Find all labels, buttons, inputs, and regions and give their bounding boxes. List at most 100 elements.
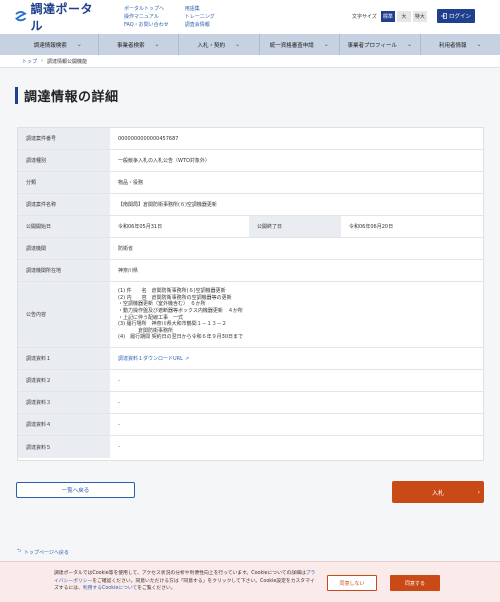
back-to-top-label: トップページへ戻る <box>24 549 69 556</box>
detail-table: 調達案件番号 0000000000000457687 調達種別 一般競争入札の入… <box>17 127 484 461</box>
chevron-right-icon: › <box>41 58 44 64</box>
chevron-down-icon: ⌄ <box>154 41 160 48</box>
manual-link[interactable]: 操作マニュアル <box>124 14 169 21</box>
portal-top-link[interactable]: ポータルトップへ <box>124 6 169 13</box>
page-title: 調達情報の詳細 <box>24 90 119 105</box>
login-icon <box>440 13 447 19</box>
chevron-down-icon: ⌄ <box>476 41 482 48</box>
start-label: 公開開始日 <box>18 216 110 237</box>
login-label: ログイン <box>448 14 471 20</box>
external-link-icon: ↗ <box>184 355 190 362</box>
faq-link[interactable]: FAQ・お問い合わせ <box>124 22 169 29</box>
breadcrumb-home[interactable]: トップ <box>22 58 37 65</box>
back-to-top-link[interactable]: ⮌ トップページへ戻る <box>17 548 69 556</box>
case-number-label: 調達案件番号 <box>18 128 110 149</box>
row-name: 調達案件名称 【南関局】倉関防衛事務所(６)空調機器更新 <box>18 194 483 216</box>
font-size-large-button[interactable]: 大 <box>396 11 411 22</box>
cookie-text-part: 調達ポータルではCookie等を使用して、アクセス状況の分析や利便性向上を行って… <box>54 571 306 576</box>
page-title-block: 調達情報の詳細 <box>15 86 119 105</box>
back-to-list-button[interactable]: 一覧へ戻る <box>16 482 135 498</box>
nav-qualification[interactable]: 統一資格審査申請 ⌄ <box>260 34 340 55</box>
doc1-label: 調達資料１ <box>18 348 110 369</box>
doc5-value: - <box>118 444 120 450</box>
row-type: 調達種別 一般競争入札の入札公告（WTO対象外） <box>18 150 483 172</box>
end-label: 公開終了日 <box>249 216 341 237</box>
doc2-value: - <box>118 377 120 384</box>
cookie-deny-button[interactable]: 同意しない <box>327 575 377 591</box>
row-doc1: 調達資料１ 調達資料１ダウンロードURL ↗ <box>18 348 483 370</box>
org-label: 調達機関 <box>18 238 110 259</box>
nav-label: 事業者検索 <box>116 42 145 49</box>
nav-label: 統一資格審査申請 <box>269 42 314 49</box>
end-value: 令和06年06月20日 <box>349 224 394 230</box>
org-value: 防衛省 <box>118 246 134 252</box>
nav-business-profile[interactable]: 事業者プロフィール ⌄ <box>340 34 421 55</box>
site-header: 調達ポータル ポータルトップへ 操作マニュアル FAQ・お問い合わせ 用語集 ト… <box>0 0 500 34</box>
type-label: 調達種別 <box>18 150 110 171</box>
doc5-label: 調達資料５ <box>18 436 110 458</box>
glossary-link[interactable]: 用語集 <box>185 6 215 13</box>
nav-label: 利用者情報 <box>438 42 467 49</box>
notice-value: (1) 件 名 倉関防衛事務所(６)空調機器更新 (2) 内 容 倉関防衛事務所… <box>110 282 483 347</box>
nav-procurement-search[interactable]: 調達情報検索 ⌄ <box>18 34 99 55</box>
chevron-down-icon: ⌄ <box>323 41 329 48</box>
type-value: 一般競争入札の入札公告（WTO対象外） <box>118 158 210 164</box>
font-size-xlarge-button[interactable]: 特大 <box>412 11 427 22</box>
nav-bid-contract[interactable]: 入札・契約 ⌄ <box>179 34 260 55</box>
logo-text: 調達ポータル <box>30 2 94 33</box>
training-link[interactable]: トレーニング <box>185 14 215 21</box>
site-logo[interactable]: 調達ポータル <box>14 0 94 34</box>
nav-user-info[interactable]: 利用者情報 ⌄ <box>421 34 500 55</box>
row-doc4: 調達資料４ - <box>18 414 483 436</box>
breadcrumb: トップ › 調達情報公開機能 <box>0 55 500 68</box>
cookie-text-part: をご覧ください。 <box>137 586 176 591</box>
nav-label: 調達情報検索 <box>33 42 67 49</box>
doc2-label: 調達資料２ <box>18 370 110 391</box>
location-label: 調達機関所在地 <box>18 260 110 281</box>
row-doc5: 調達資料５ - <box>18 436 483 458</box>
bid-label: 入札 <box>431 489 444 497</box>
row-doc2: 調達資料２ - <box>18 370 483 392</box>
chevron-down-icon: ⌄ <box>406 41 412 48</box>
notice-label: 公告内容 <box>18 282 110 347</box>
category-label: 分類 <box>18 172 110 193</box>
row-dates: 公開開始日 令和06年05月31日 公開終了日 令和06年06月20日 <box>18 216 483 238</box>
logo-icon <box>15 11 27 22</box>
chevron-right-icon: › <box>477 488 480 496</box>
notice-line: (1) 件 名 倉関防衛事務所(６)空調機器更新 <box>118 288 226 295</box>
case-number-value: 0000000000000457687 <box>118 135 179 142</box>
survey-info-link[interactable]: 調査会情報 <box>185 22 215 29</box>
notice-line: (4) 履行期間 契約日の翌日から令和６年９月30日まで <box>118 334 244 341</box>
breadcrumb-current: 調達情報公開機能 <box>47 58 88 65</box>
chevron-down-icon: ⌄ <box>234 41 241 48</box>
cookie-accept-button[interactable]: 同意する <box>390 575 440 591</box>
notice-line: ・動力操作盤及び遮断器等ボックス内機器更新 ４か所 <box>118 307 243 314</box>
doc4-label: 調達資料４ <box>18 414 110 435</box>
doc3-value: - <box>118 399 120 406</box>
font-size-standard-button[interactable]: 標準 <box>380 11 395 22</box>
cookie-settings-link[interactable]: 利用するCookieについて <box>83 586 137 591</box>
row-notice: 公告内容 (1) 件 名 倉関防衛事務所(６)空調機器更新 (2) 内 容 倉関… <box>18 282 483 348</box>
notice-line: ・空調機器更新（室外機含む） ６か所 <box>118 301 206 308</box>
nav-label: 事業者プロフィール <box>347 42 397 49</box>
doc3-label: 調達資料３ <box>18 392 110 413</box>
row-org: 調達機関 防衛省 <box>18 238 483 260</box>
nav-label: 入札・契約 <box>197 42 225 49</box>
return-arrow-icon: ⮌ <box>17 548 22 554</box>
row-category: 分類 物品・役務 <box>18 172 483 194</box>
chevron-down-icon: ⌄ <box>76 41 82 48</box>
doc1-download-link[interactable]: 調達資料１ダウンロードURL <box>118 355 183 362</box>
name-value: 【南関局】倉関防衛事務所(６)空調機器更新 <box>118 202 217 208</box>
row-doc3: 調達資料３ - <box>18 392 483 414</box>
doc1-value: 調達資料１ダウンロードURL ↗ <box>110 348 483 369</box>
name-label: 調達案件名称 <box>18 194 110 215</box>
cookie-banner: 調達ポータルではCookie等を使用して、アクセス状況の分析や利便性向上を行って… <box>0 561 500 602</box>
notice-line: (3) 履行場所 神奈川県大和市鶴間１－１３－２ <box>118 321 227 328</box>
font-size-label: 文字サイズ <box>352 14 377 20</box>
nav-business-search[interactable]: 事業者検索 ⌄ <box>99 34 179 55</box>
doc4-value: - <box>118 421 120 428</box>
start-value: 令和06年05月31日 <box>118 224 163 230</box>
bid-button[interactable]: 入札 › <box>392 481 484 503</box>
main-nav: 調達情報検索 ⌄ 事業者検索 ⌄ 入札・契約 ⌄ 統一資格審査申請 ⌄ 事業者プロフィー… <box>0 34 500 55</box>
login-button[interactable]: ログイン <box>437 9 475 23</box>
